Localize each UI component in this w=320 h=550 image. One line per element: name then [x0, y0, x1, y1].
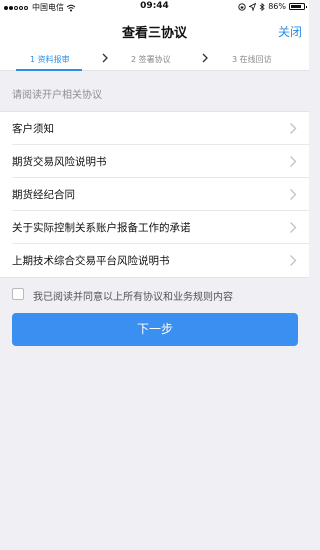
- battery-fill: [291, 5, 302, 8]
- step-2: 2 签署协议: [131, 55, 171, 64]
- section-heading: 请阅读开户相关协议: [12, 90, 102, 101]
- status-right: 86%: [238, 2, 307, 11]
- chevron-right-icon: [102, 53, 108, 63]
- agree-checkbox[interactable]: [12, 288, 24, 300]
- agreement-item-customer-notice[interactable]: 客户须知: [12, 112, 309, 145]
- agreement-label: 客户须知: [12, 123, 54, 135]
- battery-percent: 86%: [268, 2, 286, 11]
- chevron-right-icon: [290, 156, 297, 167]
- agree-label: 我已阅读并同意以上所有协议和业务规则内容: [33, 292, 233, 303]
- battery-icon: [289, 3, 307, 10]
- page-title: 查看三协议: [121, 26, 187, 41]
- agreement-item-platform-risk[interactable]: 上期技术综合交易平台风险说明书: [12, 244, 309, 277]
- agreement-list: 客户须知 期货交易风险说明书 期货经纪合同 关于实际控制关系账户报备工作的承诺 …: [0, 111, 309, 278]
- status-bar: 中国电信 09:44 86%: [0, 0, 309, 14]
- chevron-right-icon: [290, 255, 297, 266]
- agree-row[interactable]: 我已阅读并同意以上所有协议和业务规则内容: [12, 287, 302, 303]
- agreement-item-futures-risk[interactable]: 期货交易风险说明书: [12, 145, 309, 178]
- close-button[interactable]: 关闭: [278, 23, 302, 40]
- agreement-item-control-commitment[interactable]: 关于实际控制关系账户报备工作的承诺: [12, 211, 309, 244]
- next-step-button[interactable]: 下一步: [12, 313, 298, 346]
- chevron-right-icon: [290, 189, 297, 200]
- step-3: 3 在线回访: [232, 55, 272, 64]
- agreement-item-brokerage-contract[interactable]: 期货经纪合同: [12, 178, 309, 211]
- bluetooth-icon: [259, 2, 265, 11]
- chevron-right-icon: [290, 222, 297, 233]
- agreement-label: 期货经纪合同: [12, 189, 75, 201]
- step-indicator: 1 资料报审 2 签署协议 3 在线回访: [0, 46, 309, 71]
- location-arrow-icon: [249, 2, 257, 11]
- chevron-right-icon: [290, 123, 297, 134]
- lock-rotation-icon: [238, 2, 246, 11]
- agreement-label: 期货交易风险说明书: [12, 156, 107, 168]
- nav-bar: 查看三协议 关闭: [0, 14, 309, 46]
- active-step-underline: [16, 69, 82, 71]
- agreement-label: 关于实际控制关系账户报备工作的承诺: [12, 222, 191, 234]
- agreement-label: 上期技术综合交易平台风险说明书: [12, 255, 170, 267]
- chevron-right-icon: [202, 53, 208, 63]
- step-1: 1 资料报审: [30, 55, 70, 64]
